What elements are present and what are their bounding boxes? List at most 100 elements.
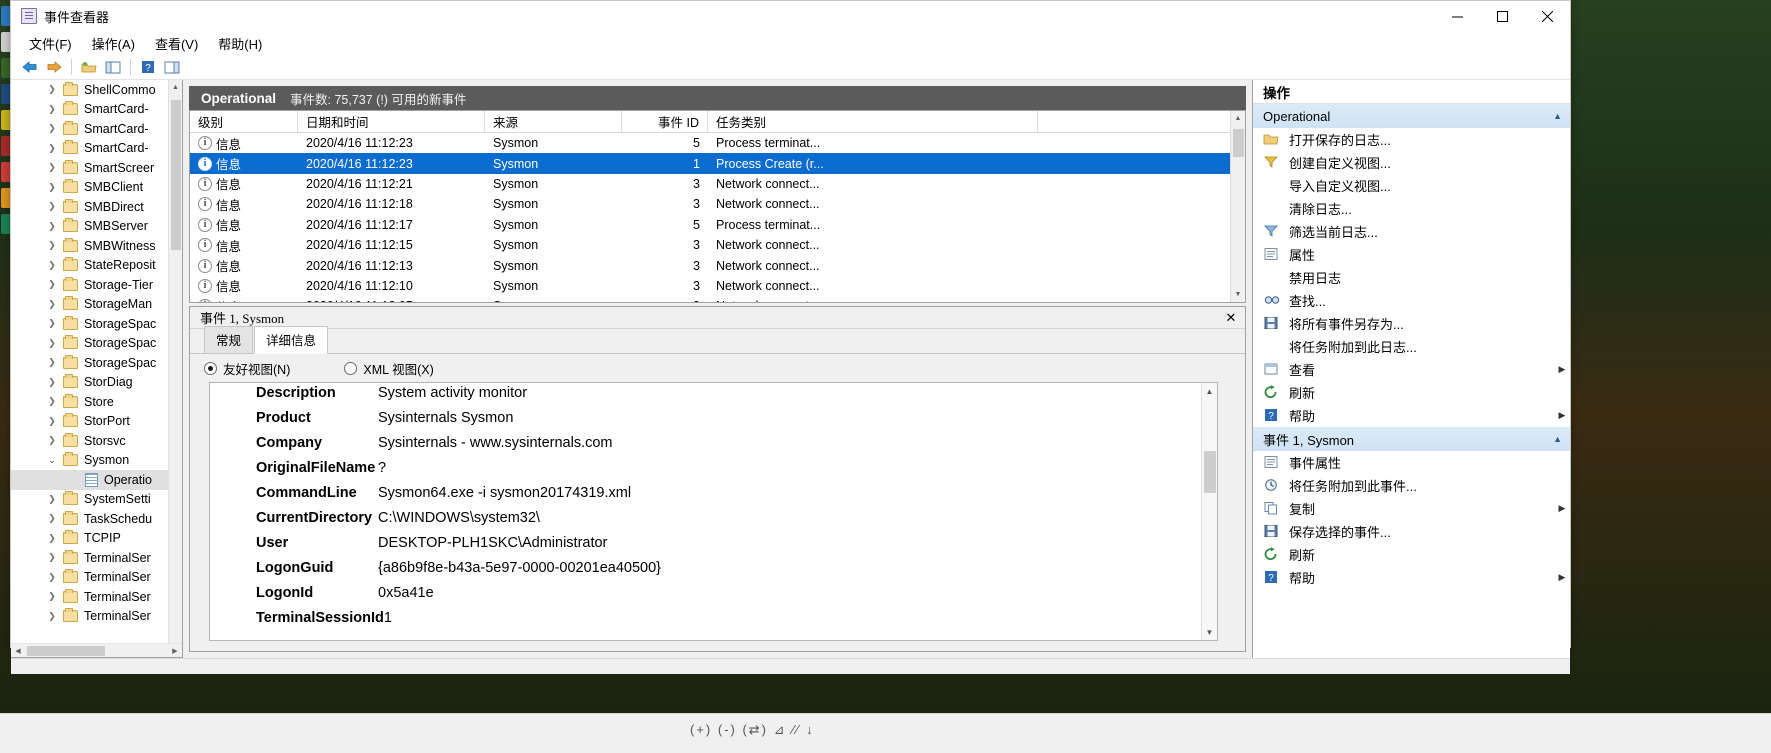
tree-item-storagespac[interactable]: ❯ StorageSpac <box>11 314 182 334</box>
tree-item-tcpip[interactable]: ❯ TCPIP <box>11 529 182 549</box>
close-detail-icon[interactable]: ✕ <box>1223 310 1239 326</box>
scrollbar-thumb[interactable] <box>1204 451 1216 493</box>
show-hide-action-pane-icon[interactable] <box>161 56 183 78</box>
tree-item-terminalser[interactable]: ❯ TerminalSer <box>11 587 182 607</box>
tree-item-storageman[interactable]: ❯ StorageMan <box>11 295 182 315</box>
scroll-up-icon[interactable]: ▲ <box>169 80 182 94</box>
event-list-scrollbar[interactable]: ▲ ▼ <box>1230 111 1245 302</box>
scrollbar-thumb[interactable] <box>27 646 105 656</box>
chevron-right-icon[interactable]: ❯ <box>45 609 59 623</box>
chevron-down-icon[interactable]: ⌄ <box>45 453 59 467</box>
chevron-right-icon[interactable]: ❯ <box>45 297 59 311</box>
open-saved-log-icon[interactable] <box>78 56 100 78</box>
action-item-10[interactable]: 查看 ▶ <box>1253 358 1570 381</box>
action-item-2[interactable]: 复制 ▶ <box>1253 497 1570 520</box>
chevron-right-icon[interactable]: ❯ <box>45 278 59 292</box>
chevron-right-icon[interactable]: ❯ <box>45 414 59 428</box>
table-row[interactable]: i 信息 2020/4/16 11:12:15 Sysmon 3 Network conn… <box>190 235 1245 255</box>
chevron-right-icon[interactable]: ❯ <box>45 551 59 565</box>
help-icon[interactable]: ? <box>137 56 159 78</box>
tree-item-operatio[interactable]: Operatio <box>11 470 182 490</box>
scroll-up-icon[interactable]: ▲ <box>1202 383 1217 399</box>
chevron-right-icon[interactable]: ❯ <box>45 219 59 233</box>
tree-item-storagespac[interactable]: ❯ StorageSpac <box>11 353 182 373</box>
tree-item-shellcommo[interactable]: ❯ ShellCommo <box>11 80 182 100</box>
close-button[interactable] <box>1525 1 1570 32</box>
radio-xml-view[interactable]: XML 视图(X) <box>344 359 434 378</box>
back-icon[interactable] <box>19 56 41 78</box>
tree-item-sysmon[interactable]: ⌄ Sysmon <box>11 451 182 471</box>
chevron-right-icon[interactable]: ❯ <box>45 317 59 331</box>
action-item-1[interactable]: 将任务附加到此事件... <box>1253 474 1570 497</box>
tree-vertical-scrollbar[interactable]: ▲ <box>168 80 182 643</box>
tree-item-smartcard-[interactable]: ❯ SmartCard- <box>11 100 182 120</box>
tree-item-smbwitness[interactable]: ❯ SMBWitness <box>11 236 182 256</box>
tree-item-systemsetti[interactable]: ❯ SystemSetti <box>11 490 182 510</box>
tree-item-storage-tier[interactable]: ❯ Storage-Tier <box>11 275 182 295</box>
collapse-caret-icon[interactable]: ▲ <box>1553 111 1562 121</box>
scroll-left-icon[interactable]: ◀ <box>11 647 25 655</box>
action-item-7[interactable]: 查找... <box>1253 289 1570 312</box>
tree-item-stordiag[interactable]: ❯ StorDiag <box>11 373 182 393</box>
chevron-right-icon[interactable]: ❯ <box>45 180 59 194</box>
tree-item-smartscreer[interactable]: ❯ SmartScreer <box>11 158 182 178</box>
action-item-8[interactable]: 将所有事件另存为... <box>1253 312 1570 335</box>
tree-item-statereposit[interactable]: ❯ StateReposit <box>11 256 182 276</box>
tree-horizontal-scrollbar[interactable]: ◀ ▶ <box>11 643 182 657</box>
scroll-up-icon[interactable]: ▲ <box>1231 111 1245 126</box>
scrollbar-thumb[interactable] <box>171 100 181 250</box>
tree-item-storsvc[interactable]: ❯ Storsvc <box>11 431 182 451</box>
chevron-right-icon[interactable]: ❯ <box>45 83 59 97</box>
chevron-right-icon[interactable]: ❯ <box>45 356 59 370</box>
action-item-0[interactable]: 事件属性 <box>1253 451 1570 474</box>
action-item-3[interactable]: 保存选择的事件... <box>1253 520 1570 543</box>
chevron-right-icon[interactable]: ❯ <box>45 531 59 545</box>
chevron-right-icon[interactable]: ❯ <box>45 375 59 389</box>
tree-item-terminalser[interactable]: ❯ TerminalSer <box>11 548 182 568</box>
menu-view[interactable]: 查看(V) <box>145 32 208 55</box>
forward-icon[interactable] <box>43 56 65 78</box>
action-item-6[interactable]: 禁用日志 <box>1253 266 1570 289</box>
chevron-right-icon[interactable]: ❯ <box>45 122 59 136</box>
action-item-5[interactable]: 属性 <box>1253 243 1570 266</box>
column-header-0[interactable]: 级别 <box>190 111 298 132</box>
scroll-down-icon[interactable]: ▼ <box>1202 624 1217 640</box>
action-item-9[interactable]: 将任务附加到此日志... <box>1253 335 1570 358</box>
action-item-3[interactable]: 清除日志... <box>1253 197 1570 220</box>
tree-item-smartcard-[interactable]: ❯ SmartCard- <box>11 139 182 159</box>
table-row[interactable]: i 信息 2020/4/16 11:12:18 Sysmon 3 Network conn… <box>190 194 1245 214</box>
tree-item-smartcard-[interactable]: ❯ SmartCard- <box>11 119 182 139</box>
column-header-2[interactable]: 来源 <box>485 111 622 132</box>
action-item-4[interactable]: 筛选当前日志... <box>1253 220 1570 243</box>
tree-item-storagespac[interactable]: ❯ StorageSpac <box>11 334 182 354</box>
chevron-right-icon[interactable]: ❯ <box>45 590 59 604</box>
tree-item-terminalser[interactable]: ❯ TerminalSer <box>11 607 182 627</box>
action-item-1[interactable]: 创建自定义视图... <box>1253 151 1570 174</box>
table-row[interactable]: i 信息 2020/4/16 11:12:17 Sysmon 5 Process term… <box>190 215 1245 235</box>
action-item-2[interactable]: 导入自定义视图... <box>1253 174 1570 197</box>
actions-group-header[interactable]: 事件 1, Sysmon ▲ <box>1253 427 1570 451</box>
scroll-right-icon[interactable]: ▶ <box>168 647 182 655</box>
radio-friendly-view[interactable]: 友好视图(N) <box>204 359 290 378</box>
tab-general[interactable]: 常规 <box>204 326 254 353</box>
maximize-button[interactable] <box>1480 1 1525 32</box>
tree-item-storport[interactable]: ❯ StorPort <box>11 412 182 432</box>
table-row[interactable]: i 信息 2020/4/16 11:12:13 Sysmon 3 Network conn… <box>190 255 1245 275</box>
scroll-down-icon[interactable]: ▼ <box>1231 287 1245 302</box>
table-row[interactable]: i 信息 2020/4/16 11:12:23 Sysmon 5 Process term… <box>190 133 1245 153</box>
action-item-0[interactable]: 打开保存的日志... <box>1253 128 1570 151</box>
chevron-right-icon[interactable]: ▶ <box>1554 410 1570 421</box>
tree-item-smbserver[interactable]: ❯ SMBServer <box>11 217 182 237</box>
menu-file[interactable]: 文件(F) <box>19 32 82 55</box>
chevron-right-icon[interactable]: ❯ <box>45 161 59 175</box>
collapse-caret-icon[interactable]: ▲ <box>1553 434 1562 444</box>
column-header-3[interactable]: 事件 ID <box>622 111 708 132</box>
table-row[interactable]: i 信息 2020/4/16 11:12:10 Sysmon 3 Network conn… <box>190 276 1245 296</box>
chevron-right-icon[interactable]: ❯ <box>45 258 59 272</box>
action-item-11[interactable]: 刷新 <box>1253 381 1570 404</box>
column-header-4[interactable]: 任务类别 <box>708 111 1038 132</box>
table-row[interactable]: i 信息 2020/4/16 11:12:05Sysmon3Network conn… <box>190 296 1245 302</box>
scrollbar-thumb[interactable] <box>1233 129 1244 157</box>
chevron-right-icon[interactable]: ❯ <box>45 239 59 253</box>
chevron-right-icon[interactable]: ❯ <box>45 395 59 409</box>
